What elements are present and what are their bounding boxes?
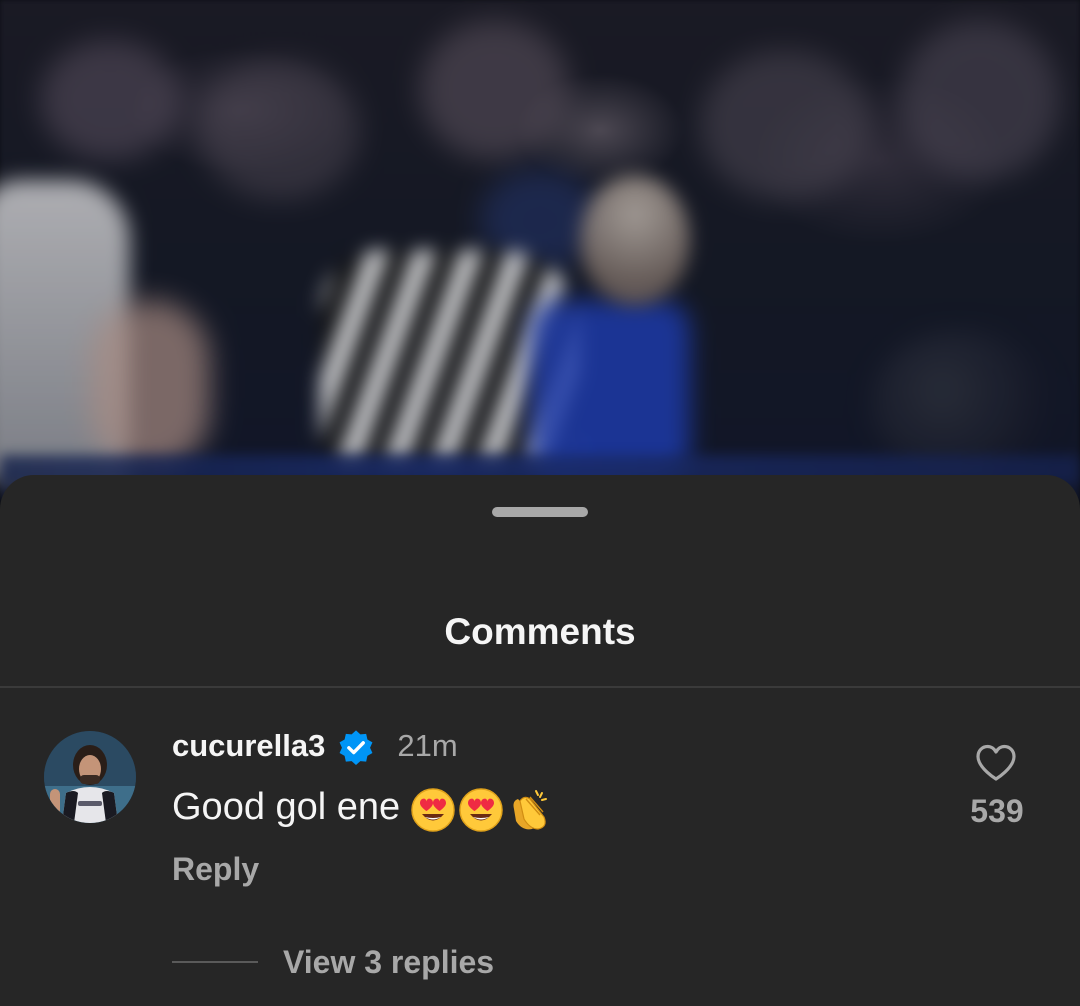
player-silhouette bbox=[90, 300, 210, 470]
like-heart-icon[interactable] bbox=[974, 743, 1018, 783]
crowd-blur bbox=[40, 40, 180, 160]
comment-text: Good gol ene bbox=[172, 786, 401, 828]
view-replies-button[interactable]: View 3 replies bbox=[283, 944, 494, 981]
heart-eyes-emoji-icon bbox=[411, 788, 455, 832]
verified-badge-icon bbox=[339, 730, 373, 766]
heart-eyes-emoji-icon bbox=[459, 788, 503, 832]
comment-username[interactable]: cucurella3 bbox=[172, 728, 325, 764]
crowd-blur bbox=[900, 20, 1060, 180]
crowd-blur bbox=[200, 60, 360, 200]
replies-connector-line bbox=[172, 961, 258, 963]
crowd-blur bbox=[420, 20, 570, 160]
avatar-image bbox=[44, 731, 136, 823]
clapping-hands-emoji-icon bbox=[513, 790, 548, 830]
player-silhouette bbox=[530, 300, 690, 480]
crowd-blur bbox=[700, 50, 870, 200]
avatar[interactable] bbox=[44, 731, 136, 823]
drag-handle[interactable] bbox=[492, 507, 588, 517]
reply-button[interactable]: Reply bbox=[172, 851, 259, 888]
comment-timestamp: 21m bbox=[397, 728, 458, 763]
like-count: 539 bbox=[970, 793, 1024, 829]
sheet-title: Comments bbox=[444, 611, 636, 652]
comment-emojis bbox=[410, 786, 552, 834]
header-divider bbox=[0, 686, 1080, 688]
player-silhouette bbox=[580, 175, 690, 305]
app-screen: Comments cucurella3 21m Good gol ene Rep… bbox=[0, 0, 1080, 1006]
video-background[interactable] bbox=[0, 0, 1080, 500]
comments-sheet: Comments cucurella3 21m Good gol ene Rep… bbox=[0, 475, 1080, 1006]
